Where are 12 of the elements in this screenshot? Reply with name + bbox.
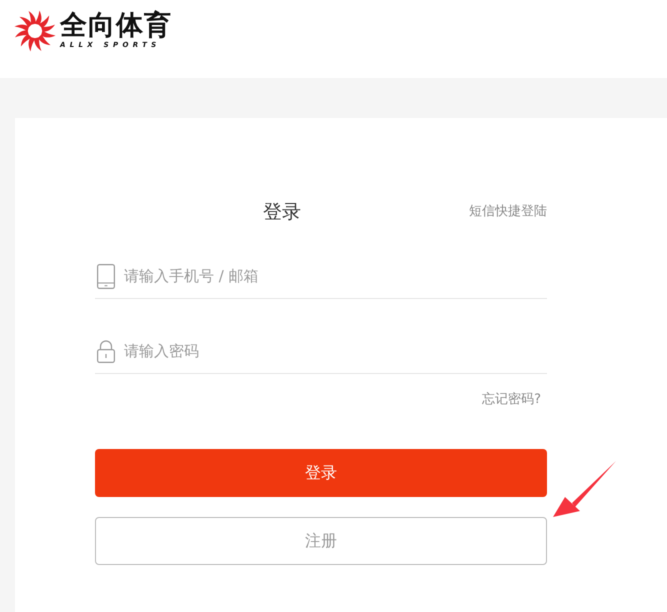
- starburst-logo-icon: [14, 10, 56, 52]
- phone-input-field[interactable]: 请输入手机号 / 邮箱: [124, 264, 547, 288]
- logo-name: 全向体育: [60, 11, 172, 41]
- login-title: 登录: [262, 200, 302, 225]
- sms-login-link[interactable]: 短信快捷登陆: [469, 202, 547, 222]
- forgot-password-link[interactable]: 忘记密码?: [482, 390, 541, 410]
- phone-icon: [97, 264, 115, 288]
- register-button[interactable]: 注册: [95, 517, 547, 565]
- lock-icon: [97, 340, 115, 362]
- pointer-arrow: [553, 460, 617, 518]
- password-input-field[interactable]: 请输入密码: [124, 339, 547, 363]
- login-button[interactable]: 登录: [95, 449, 547, 497]
